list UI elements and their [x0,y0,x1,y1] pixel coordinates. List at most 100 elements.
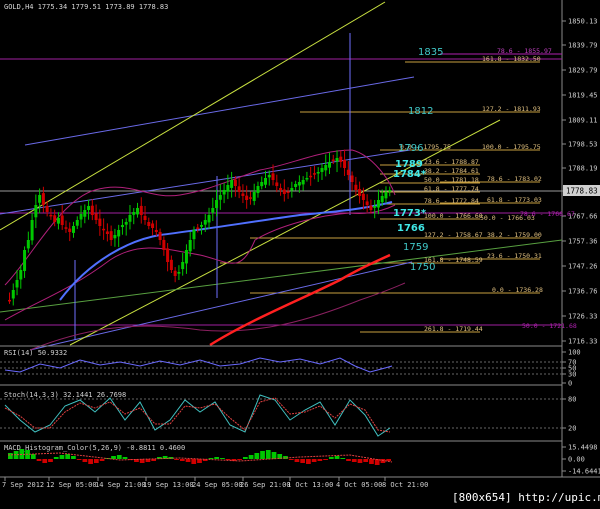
candle-body[interactable] [218,195,222,200]
candle-body[interactable] [151,223,155,228]
green-trend-line[interactable] [0,239,563,313]
candle-body[interactable] [271,173,275,180]
candle-body[interactable] [196,227,200,229]
candle-body[interactable] [188,240,192,252]
candle-body[interactable] [282,189,286,194]
main-price-chart[interactable]: 161.8 - 1832.50 127.2 - 1811.93 100.0 - 17… [0,1,600,351]
upper-channel-line[interactable] [24,76,415,146]
candle-body[interactable] [331,159,335,162]
trend-line-upper[interactable] [0,1,386,231]
candle-body[interactable] [260,182,264,187]
candle-body[interactable] [369,205,373,210]
candle-body[interactable] [102,228,106,231]
candle-body[interactable] [181,262,185,270]
candle-body[interactable] [230,180,234,188]
candle-body[interactable] [324,165,328,171]
candle-body[interactable] [301,180,305,185]
candle-body[interactable] [312,173,316,175]
time-axis[interactable]: 7 Sep 2012 12 Sep 05:0014 Sep 21:0019 Sep… [2,477,428,489]
candle-body[interactable] [169,259,173,270]
candle-body[interactable] [30,220,34,241]
candle-body[interactable] [316,172,320,174]
candle-body[interactable] [109,231,113,240]
stochastic-panel[interactable]: Stoch(14,3,3) 32.1441 26.7698 80 20 [0,391,576,437]
candle-body[interactable] [354,184,358,190]
candle-body[interactable] [79,214,83,220]
mid-channel-line[interactable] [0,149,411,215]
candle-body[interactable] [237,186,241,192]
candle-body[interactable] [154,229,158,232]
candle-body[interactable] [203,220,207,225]
candle-body[interactable] [117,230,121,237]
candle-body[interactable] [256,186,260,194]
candle-body[interactable] [388,190,392,192]
candle-body[interactable] [222,190,226,195]
candle-body[interactable] [365,201,369,205]
candle-body[interactable] [335,158,339,162]
candle-body[interactable] [166,248,170,262]
candle-body[interactable] [343,159,347,168]
candle-body[interactable] [380,196,384,203]
candle-body[interactable] [297,182,301,186]
candle-body[interactable] [87,206,91,210]
candle-body[interactable] [139,205,143,215]
candle-body[interactable] [98,218,102,226]
candle-body[interactable] [68,228,72,232]
candle-body[interactable] [136,208,139,215]
candle-body[interactable] [120,225,124,228]
candle-body[interactable] [267,175,271,178]
candle-body[interactable] [207,215,211,223]
candle-body[interactable] [75,220,79,226]
candle-body[interactable] [350,175,354,182]
candle-body[interactable] [173,270,177,276]
candle-body[interactable] [90,205,94,215]
candle-body[interactable] [53,215,57,222]
chart-window[interactable]: GOLD,H4 1775.34 1779.51 1773.89 1778.83 … [0,0,600,509]
candle-body[interactable] [233,179,237,186]
candle-body[interactable] [143,215,147,220]
candle-body[interactable] [41,193,45,205]
candle-body[interactable] [56,218,60,224]
candle-body[interactable] [286,191,290,194]
candle-body[interactable] [376,200,380,208]
candle-body[interactable] [72,226,75,233]
candle-body[interactable] [124,222,128,225]
candle-body[interactable] [94,213,98,220]
candle-body[interactable] [132,212,136,215]
candle-body[interactable] [241,193,245,196]
candle-body[interactable] [45,206,49,212]
candle-body[interactable] [294,184,298,187]
candle-body[interactable] [128,215,132,222]
candle-body[interactable] [105,231,109,234]
rsi-panel[interactable]: RSI(14) 50.9332 1007050300 [0,349,581,388]
candle-body[interactable] [290,188,294,191]
candle-body[interactable] [83,210,87,217]
candle-body[interactable] [339,156,343,162]
candle-body[interactable] [245,195,249,200]
candle-body[interactable] [8,299,11,302]
candle-body[interactable] [264,178,267,185]
candle-body[interactable] [200,225,203,227]
candle-body[interactable] [26,240,30,249]
candle-body[interactable] [162,239,166,250]
candle-body[interactable] [252,192,256,201]
candle-body[interactable] [11,290,15,299]
candle-body[interactable] [373,206,377,208]
candle-body[interactable] [23,250,27,271]
macd-panel[interactable]: MACD_Histogram_Color(5,26,9) -0.8811 0.4… [4,444,600,476]
candle-body[interactable] [64,227,68,229]
candle-body[interactable] [309,175,313,178]
candle-body[interactable] [192,230,196,240]
candle-body[interactable] [305,178,309,180]
candle-body[interactable] [275,182,279,186]
candle-body[interactable] [279,187,283,190]
candle-body[interactable] [113,235,117,239]
candle-body[interactable] [49,214,53,217]
candle-body[interactable] [147,221,151,226]
candle-body[interactable] [226,185,230,192]
candle-body[interactable] [361,193,365,200]
price-axis[interactable]: 1850.13 1839.79 1829.79 1819.45 1809.11 1798.… [561,0,598,477]
candle-body[interactable] [19,270,23,280]
candle-body[interactable] [38,195,42,203]
candle-body[interactable] [184,250,188,264]
